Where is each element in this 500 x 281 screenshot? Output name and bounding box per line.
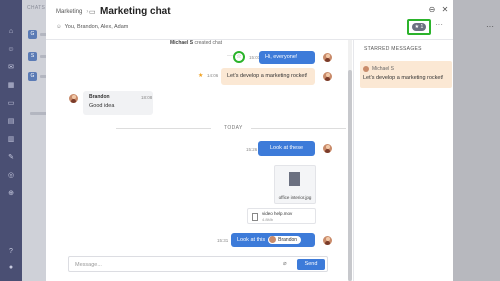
star-count: 1 — [420, 24, 424, 30]
starred-message[interactable]: Michael S Let's develop a marketing rock… — [360, 61, 452, 88]
divider-line — [116, 128, 211, 129]
starred-star-icon: ★ — [198, 73, 204, 79]
file-name: office interior.jpg — [278, 195, 312, 200]
starred-text: Let's develop a marketing rocket! — [363, 75, 444, 81]
system-actor: Michael S — [170, 40, 194, 46]
video-attachment[interactable]: video help.mov 4.8Mb — [247, 208, 316, 224]
avatar — [323, 53, 332, 62]
tools-icon[interactable]: ✎ — [7, 154, 15, 162]
message-time: 15:26 — [246, 147, 258, 152]
scrollbar-thumb[interactable] — [348, 70, 352, 281]
system-message: Michael S created chat — [46, 40, 346, 46]
right-backdrop: ··· — [453, 0, 500, 281]
star-count-badge: ★ 1 — [412, 23, 426, 31]
help-icon[interactable]: ? — [7, 248, 15, 256]
video-file-icon — [252, 213, 258, 221]
breadcrumb: Marketing › — [56, 9, 92, 15]
message-bubble[interactable]: Look at these — [258, 141, 315, 156]
app-sidebar: ⌂ ☺ ✉ ▦ ▭ ▤ ▥ ✎ ◎ ⊕ ? ● — [0, 0, 22, 281]
avatar — [69, 94, 78, 103]
message-time: 18:08 — [141, 95, 153, 100]
date-divider: TODAY — [116, 125, 346, 131]
message-input[interactable] — [75, 259, 275, 270]
profile-icon[interactable]: ● — [7, 264, 15, 272]
globe-icon[interactable]: ◎ — [7, 172, 15, 180]
add-icon[interactable]: ⊕ — [7, 190, 15, 198]
message-text: Look at this — [237, 237, 266, 243]
files-icon[interactable]: ▤ — [7, 118, 15, 126]
starred-toggle-button[interactable]: ★ 1 — [407, 19, 431, 35]
file-name: video help.mov — [262, 211, 293, 216]
date-label: TODAY — [224, 125, 243, 131]
chat-icon[interactable]: ✉ — [7, 64, 15, 72]
modal-header: Marketing › ▭ Marketing chat ☺ You, Brando… — [46, 0, 453, 40]
page-title: Marketing chat — [100, 6, 171, 17]
message-bubble[interactable]: Let's develop a marketing rocket! — [221, 68, 315, 85]
mention-chip[interactable]: Brandon — [268, 235, 302, 244]
chat-avatar[interactable]: S — [28, 52, 37, 61]
more-icon[interactable]: ··· — [435, 20, 443, 29]
divider-line — [251, 128, 346, 129]
chat-list-header: CHATS — [27, 5, 46, 11]
minimize-icon[interactable]: ⊖ — [427, 5, 437, 15]
message-composer: ⌀ Send — [68, 256, 328, 272]
calendar-icon[interactable]: ▦ — [7, 82, 15, 90]
message-sender: Brandon — [89, 94, 110, 100]
members-list[interactable]: ☺ You, Brandon, Alex, Adam — [56, 24, 128, 30]
system-text: created chat — [194, 40, 222, 46]
close-icon[interactable]: ✕ — [440, 5, 450, 15]
chat-avatar[interactable]: G — [28, 72, 37, 81]
attach-icon[interactable]: ⌀ — [283, 260, 287, 267]
avatar — [323, 236, 332, 245]
message-bubble[interactable]: Hi, everyone! — [259, 51, 315, 64]
members-text: You, Brandon, Alex, Adam — [64, 24, 129, 30]
scrollbar[interactable] — [348, 40, 352, 281]
building-icon[interactable]: ▥ — [7, 136, 15, 144]
avatar — [323, 144, 332, 153]
message-time: 15:31 — [217, 238, 229, 243]
avatar — [363, 66, 369, 72]
file-size: 4.8Mb — [262, 217, 274, 222]
users-icon: ☺ — [56, 24, 62, 30]
message-time: 14:06 — [207, 73, 219, 78]
breadcrumb-parent[interactable]: Marketing — [56, 9, 82, 15]
users-icon[interactable]: ☺ — [7, 46, 15, 54]
chat-avatar[interactable]: G — [28, 30, 37, 39]
mention-avatar — [269, 235, 277, 243]
avatar — [323, 72, 332, 81]
mention-name: Brandon — [278, 236, 298, 243]
star-icon[interactable]: ☆ — [233, 51, 245, 63]
starred-panel: STARRED MESSAGES Michael S Let's develop… — [353, 40, 453, 281]
more-icon[interactable]: ··· — [486, 22, 494, 31]
image-attachment[interactable]: office interior.jpg — [274, 165, 316, 204]
message-text: Good idea — [89, 103, 115, 109]
starred-header: STARRED MESSAGES — [364, 46, 422, 52]
send-button[interactable]: Send — [297, 259, 325, 270]
chat-modal: Marketing › ▭ Marketing chat ☺ You, Brando… — [46, 0, 453, 281]
chat-icon: ▭ — [89, 9, 96, 16]
message-bubble[interactable]: Look at this Brandon — [231, 233, 315, 247]
starred-sender: Michael S — [372, 66, 394, 72]
home-icon[interactable]: ⌂ — [7, 28, 15, 36]
chat-bubble-icon[interactable]: ▭ — [7, 100, 15, 108]
file-icon — [289, 172, 300, 186]
